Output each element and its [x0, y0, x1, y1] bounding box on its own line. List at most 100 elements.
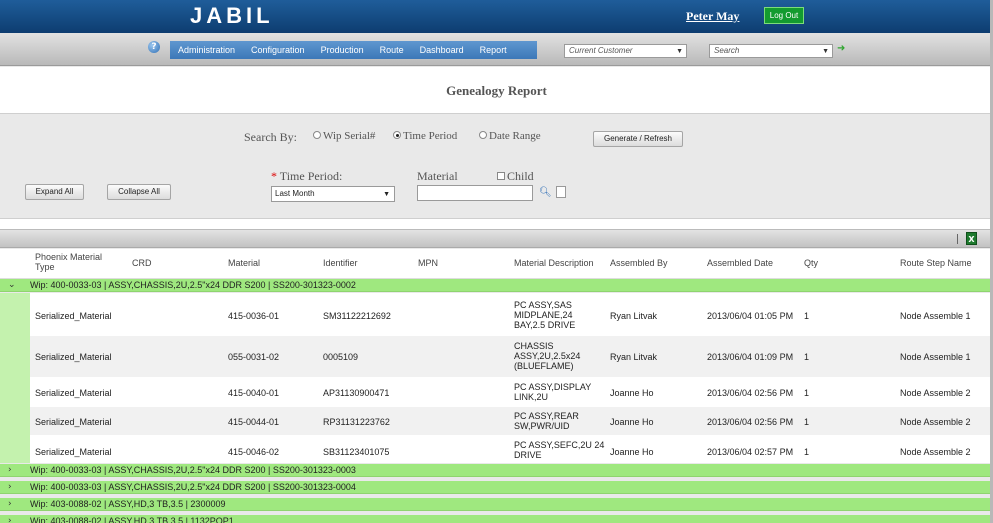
group-label: Wip: 400-0033-03 | ASSY,CHASSIS,2U,2.5"x… [30, 482, 356, 492]
search-by-label: Search By: [244, 130, 297, 144]
radio-time-period-button[interactable] [393, 131, 401, 140]
cell-description: PC ASSY,DISPLAY LINK,2U [514, 382, 591, 402]
cell-assembled-by: Ryan Litvak [610, 311, 658, 321]
group-row[interactable]: › Wip: 400-0033-03 | ASSY,CHASSIS,2U,2.5… [0, 464, 990, 477]
cell-identifier: SB31123401075 [323, 447, 390, 457]
table-row[interactable]: Serialized_Material 415-0044-01 RP311312… [30, 407, 990, 435]
table-row[interactable]: Serialized_Material 415-0046-02 SB311234… [30, 435, 990, 463]
radio-wip-serial-button[interactable] [313, 131, 321, 140]
menu-report[interactable]: Report [472, 41, 515, 59]
cell-route-step: Node Assemble 2 [900, 417, 971, 427]
chevron-down-icon: ▼ [822, 48, 829, 55]
cell-assembled-date: 2013/06/04 02:57 PM [707, 447, 794, 457]
radio-time-period-label: Time Period [403, 130, 458, 142]
cell-assembled-date: 2013/06/04 01:05 PM [707, 311, 794, 321]
search-input[interactable]: Search ▼ [709, 44, 833, 58]
description-line: ASSY,2U,2.5x24 [514, 351, 581, 361]
column-header-material[interactable]: Material [228, 258, 260, 268]
table-row[interactable]: Serialized_Material 415-0036-01 SM311222… [30, 293, 990, 336]
column-header-assembled-by[interactable]: Assembled By [610, 258, 668, 268]
time-period-value: Last Month [275, 189, 315, 198]
column-header-route-step-name[interactable]: Route Step Name [900, 258, 972, 268]
page-title: Genealogy Report [446, 83, 547, 98]
cell-description: PC ASSY,SAS MIDPLANE,24 BAY,2.5 DRIVE [514, 300, 575, 330]
chevron-down-icon: ▼ [383, 191, 390, 198]
chevron-right-icon[interactable]: › [8, 515, 12, 523]
generate-refresh-button[interactable]: Generate / Refresh [593, 131, 683, 147]
menu-dashboard[interactable]: Dashboard [412, 41, 472, 59]
column-header-identifier[interactable]: Identifier [323, 258, 358, 268]
description-line: LINK,2U [514, 392, 549, 402]
required-mark: * [271, 169, 277, 183]
excel-export-icon[interactable]: X [966, 232, 977, 245]
chevron-right-icon[interactable]: › [8, 464, 12, 477]
description-line: PC ASSY,SAS [514, 300, 572, 310]
cell-material: 415-0036-01 [228, 311, 280, 321]
cell-type: Serialized_Material [35, 311, 112, 321]
app-window: JABIL Peter May Log Out ? Administration… [0, 0, 993, 523]
chevron-right-icon[interactable]: › [8, 498, 12, 511]
child-checkbox-box[interactable] [497, 172, 505, 181]
help-icon[interactable]: ? [148, 41, 160, 53]
radio-wip-serial-label: Wip Serial# [323, 130, 376, 142]
cell-identifier: 0005109 [323, 352, 359, 362]
table-row[interactable]: Serialized_Material 415-0040-01 AP311309… [30, 377, 990, 407]
radio-date-range[interactable]: Date Range [479, 130, 541, 142]
user-name-link[interactable]: Peter May [686, 9, 739, 24]
cell-route-step: Node Assemble 2 [900, 388, 971, 398]
cell-assembled-date: 2013/06/04 01:09 PM [707, 352, 794, 362]
column-header-crd[interactable]: CRD [132, 258, 152, 268]
description-line: SW,PWR/UID [514, 421, 570, 431]
customer-select-text: Current Customer [569, 46, 633, 55]
radio-time-period[interactable]: Time Period [393, 130, 457, 142]
chevron-down-icon[interactable]: ⌄ [8, 279, 16, 292]
column-header-qty[interactable]: Qty [804, 258, 818, 268]
group-row[interactable]: › Wip: 400-0033-03 | ASSY,CHASSIS,2U,2.5… [0, 481, 990, 494]
customer-select[interactable]: Current Customer ▼ [564, 44, 687, 58]
radio-date-range-button[interactable] [479, 131, 487, 140]
jabil-logo: JABIL [190, 3, 274, 28]
column-header-assembled-date[interactable]: Assembled Date [707, 258, 773, 268]
document-icon[interactable] [556, 186, 566, 198]
menu-production[interactable]: Production [313, 41, 372, 59]
cell-identifier: RP31131223762 [323, 417, 390, 427]
column-header-mpn[interactable]: MPN [418, 258, 438, 268]
menu-configuration[interactable]: Configuration [243, 41, 313, 59]
group-gutter [0, 293, 30, 463]
logout-button[interactable]: Log Out [764, 7, 804, 24]
group-label: Wip: 403-0088-02 | ASSY,HD,3 TB,3.5 | 11… [30, 516, 234, 523]
cell-route-step: Node Assemble 1 [900, 311, 971, 321]
column-header-phoenix-material-type[interactable]: Phoenix Material Type [35, 252, 115, 272]
cell-type: Serialized_Material [35, 352, 112, 362]
group-row[interactable]: ⌄ Wip: 400-0033-03 | ASSY,CHASSIS,2U,2.5… [0, 279, 990, 292]
material-input[interactable] [417, 185, 533, 201]
search-icon[interactable]: 🔍︎ [539, 187, 552, 198]
table-row[interactable]: Serialized_Material 055-0031-02 0005109 … [30, 336, 990, 377]
cell-qty: 1 [804, 352, 810, 362]
group-row[interactable]: › Wip: 403-0088-02 | ASSY,HD,3 TB,3.5 | … [0, 515, 990, 523]
group-row[interactable]: › Wip: 403-0088-02 | ASSY,HD,3 TB,3.5 | … [0, 498, 990, 511]
group-label: Wip: 403-0088-02 | ASSY,HD,3 TB,3.5 | 23… [30, 499, 226, 509]
chevron-right-icon[interactable]: › [8, 481, 12, 494]
description-line: PC ASSY,REAR [514, 411, 579, 421]
cell-assembled-by: Ryan Litvak [610, 352, 658, 362]
menu-route[interactable]: Route [372, 41, 412, 59]
cell-qty: 1 [804, 417, 810, 427]
time-period-select[interactable]: Last Month ▼ [271, 186, 395, 202]
cell-material: 415-0044-01 [228, 417, 280, 427]
spacer [0, 219, 990, 229]
cell-type: Serialized_Material [35, 447, 112, 457]
expand-all-button[interactable]: Expand All [25, 184, 84, 200]
radio-wip-serial[interactable]: Wip Serial# [313, 130, 375, 142]
cell-description: CHASSIS ASSY,2U,2.5x24 (BLUEFLAME) [514, 341, 580, 371]
collapse-all-button[interactable]: Collapse All [107, 184, 171, 200]
cell-identifier: AP31130900471 [323, 388, 390, 398]
menu-administration[interactable]: Administration [170, 41, 243, 59]
cell-assembled-by: Joanne Ho [610, 417, 654, 427]
go-arrow-icon[interactable]: ➜ [837, 43, 845, 54]
cell-material: 415-0046-02 [228, 447, 280, 457]
column-header-material-description[interactable]: Material Description [514, 258, 594, 268]
group-details: Serialized_Material 415-0036-01 SM311222… [0, 293, 990, 463]
child-checkbox[interactable]: Child [497, 169, 534, 184]
cell-qty: 1 [804, 311, 810, 321]
